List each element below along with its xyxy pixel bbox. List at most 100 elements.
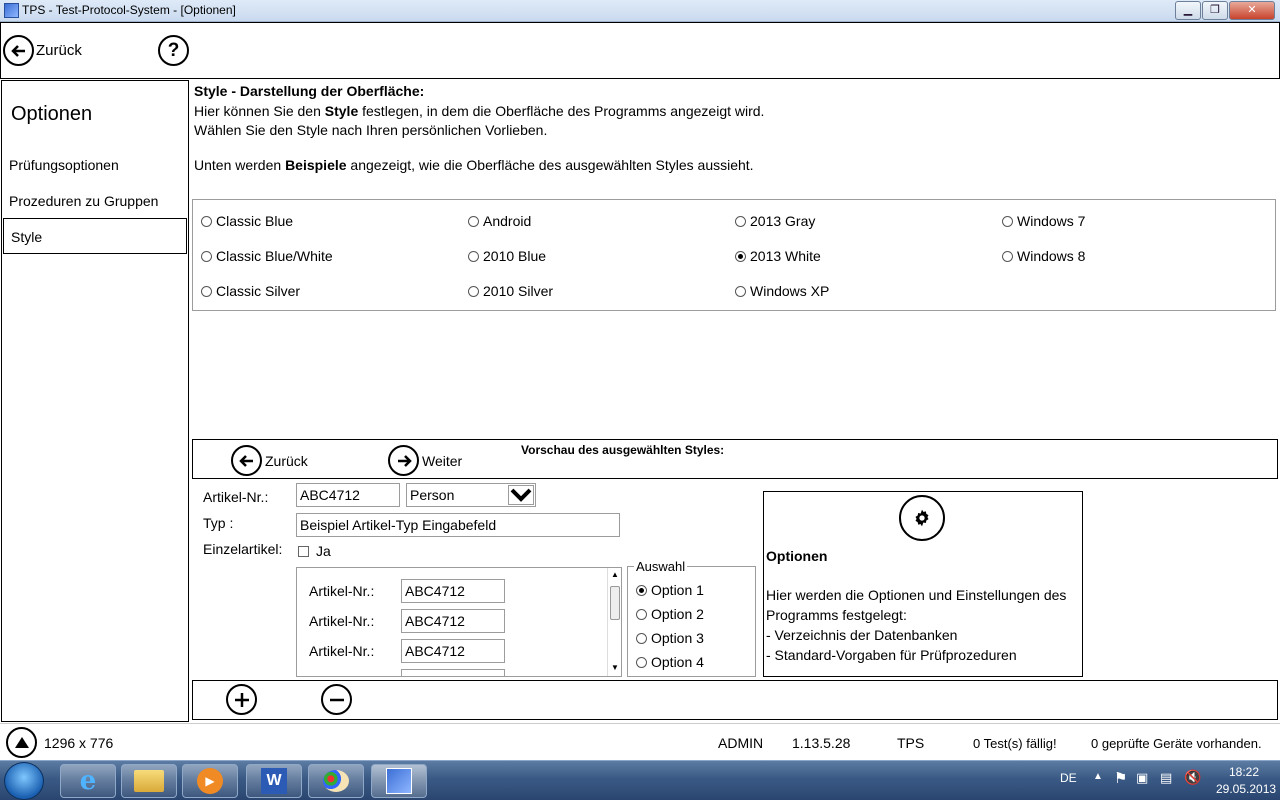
style-option-radio[interactable]: Classic Blue/White	[201, 248, 333, 264]
style-option-radio[interactable]: Windows 7	[1002, 213, 1085, 229]
plus-icon	[234, 692, 249, 707]
main-content: Style - Darstellung der Oberfläche: Hier…	[190, 80, 1278, 722]
app-text: TPS	[897, 735, 925, 751]
preview-next-button[interactable]: Weiter	[388, 445, 462, 476]
list-row-input[interactable]: ABC4712	[401, 609, 505, 633]
app-icon	[4, 3, 19, 18]
option-1-radio[interactable]: Option 1	[636, 582, 704, 598]
person-dropdown-value: Person	[410, 487, 455, 503]
scroll-down-icon[interactable]: ▼	[611, 663, 619, 672]
radio-dot	[636, 632, 647, 644]
volume-muted-icon[interactable]: 🔇	[1184, 769, 1201, 786]
clock-time[interactable]: 18:22	[1229, 765, 1259, 779]
style-option-radio[interactable]: 2013 White	[735, 248, 821, 264]
style-option-radio[interactable]: Windows 8	[1002, 248, 1085, 264]
radio-dot	[1002, 215, 1013, 227]
style-option-radio[interactable]: 2010 Blue	[468, 248, 546, 264]
auswahl-groupbox: Auswahl Option 1 Option 2 Option 3 Optio…	[627, 559, 756, 677]
style-option-radio[interactable]: Windows XP	[735, 283, 829, 299]
style-option-radio[interactable]: Classic Blue	[201, 213, 293, 229]
taskbar-paint-button[interactable]	[308, 764, 364, 798]
radio-dot	[468, 215, 479, 227]
page-title: Style - Darstellung der Oberfläche:	[194, 83, 425, 99]
back-button[interactable]: Zurück	[3, 35, 82, 66]
expand-button[interactable]	[6, 727, 37, 758]
style-option-radio[interactable]: 2013 Gray	[735, 213, 815, 229]
tests-due-text: 0 Test(s) fällig!	[973, 736, 1057, 751]
radio-dot	[735, 215, 746, 227]
style-option-label: Windows XP	[750, 283, 830, 299]
network-icon[interactable]: ▤	[1160, 770, 1172, 786]
sidebar-item-style[interactable]: Style	[3, 218, 187, 254]
checkbox-label: Ja	[316, 543, 331, 559]
scroll-thumb[interactable]	[610, 586, 620, 620]
user-text: ADMIN	[718, 735, 764, 751]
preview-next-label: Weiter	[422, 452, 463, 469]
taskbar-explorer-button[interactable]	[121, 764, 177, 798]
show-hidden-icons-icon[interactable]: ▲	[1093, 771, 1103, 782]
option-3-radio[interactable]: Option 3	[636, 630, 704, 646]
style-option-label: Classic Blue/White	[216, 248, 333, 264]
preview-footer	[192, 680, 1278, 720]
flag-icon[interactable]: ⚑	[1114, 769, 1127, 787]
info-box: Optionen Hier werden die Optionen und Ei…	[763, 491, 1083, 677]
minus-icon	[329, 698, 344, 701]
radio-dot	[201, 285, 212, 297]
arrow-left-icon	[231, 445, 262, 476]
resolution-text: 1296 x 776	[44, 735, 114, 751]
style-option-radio[interactable]: 2010 Silver	[468, 283, 553, 299]
style-option-label: 2013 Gray	[750, 213, 816, 229]
list-row-label: Artikel-Nr.:	[309, 643, 375, 659]
einzelartikel-checkbox[interactable]: Ja	[298, 543, 331, 559]
device-icon[interactable]: ▣	[1136, 770, 1148, 786]
groupbox-legend: Auswahl	[634, 559, 688, 574]
option-2-radio[interactable]: Option 2	[636, 606, 704, 622]
system-tray: DE ▲ ⚑ ▣ ▤ 🔇 18:22 29.05.2013	[1020, 761, 1280, 800]
radio-dot	[201, 250, 212, 262]
preview-back-button[interactable]: Zurück	[231, 445, 308, 476]
list-row-input[interactable]: ABC4712	[401, 579, 505, 603]
sidebar-item-prozeduren[interactable]: Prozeduren zu Gruppen	[2, 183, 188, 219]
start-button[interactable]	[4, 762, 44, 800]
list-scrollbar[interactable]: ▲ ▼	[607, 568, 621, 676]
taskbar-ie-button[interactable]: e	[60, 764, 116, 798]
scroll-up-icon[interactable]: ▲	[611, 570, 619, 579]
ie-icon: e	[79, 766, 97, 796]
taskbar-word-button[interactable]: W	[246, 764, 302, 798]
typ-label: Typ :	[203, 515, 234, 531]
style-option-label: Android	[483, 213, 532, 229]
window-title: TPS - Test-Protocol-System - [Optionen]	[22, 3, 236, 17]
description-line-1: Hier können Sie den Style festlegen, in …	[194, 103, 765, 119]
close-button[interactable]: ✕	[1229, 1, 1275, 20]
add-button[interactable]	[226, 684, 257, 715]
remove-button[interactable]	[321, 684, 352, 715]
radio-dot	[735, 250, 746, 262]
back-label: Zurück	[36, 42, 82, 59]
taskbar-tps-button[interactable]	[371, 764, 427, 798]
sidebar-item-pruefungsoptionen[interactable]: Prüfungsoptionen	[2, 147, 188, 183]
option-4-radio[interactable]: Option 4	[636, 654, 704, 670]
style-option-radio[interactable]: Android	[468, 213, 531, 229]
list-row-input[interactable]: ABC4712	[401, 639, 505, 663]
info-line: - Standard-Vorgaben für Prüfprozeduren	[766, 647, 1017, 663]
word-icon: W	[261, 768, 287, 794]
status-bar: 1296 x 776 ADMIN 1.13.5.28 TPS 0 Test(s)…	[0, 723, 1280, 760]
sidebar: Optionen Prüfungsoptionen Prozeduren zu …	[1, 80, 189, 722]
taskbar-media-button[interactable]: ▶	[182, 764, 238, 798]
artikel-input[interactable]: ABC4712	[296, 483, 400, 507]
preview-panel: Artikel-Nr.: ABC4712 Person Typ : Beispi…	[192, 479, 1278, 679]
style-option-radio[interactable]: Classic Silver	[201, 283, 300, 299]
minimize-button[interactable]: ▁	[1175, 1, 1201, 20]
typ-input[interactable]: Beispiel Artikel-Typ Eingabefeld	[296, 513, 620, 537]
gear-icon	[899, 495, 945, 541]
radio-dot	[636, 608, 647, 620]
list-row-input-partial[interactable]	[401, 669, 505, 676]
help-icon: ?	[167, 39, 180, 61]
help-button[interactable]: ?	[158, 35, 189, 66]
restore-button[interactable]: ❐	[1202, 1, 1228, 20]
preview-back-label: Zurück	[265, 452, 308, 469]
arrow-left-icon	[3, 35, 34, 66]
language-indicator[interactable]: DE	[1060, 771, 1077, 785]
clock-date[interactable]: 29.05.2013	[1216, 782, 1276, 796]
person-dropdown[interactable]: Person	[406, 483, 536, 507]
